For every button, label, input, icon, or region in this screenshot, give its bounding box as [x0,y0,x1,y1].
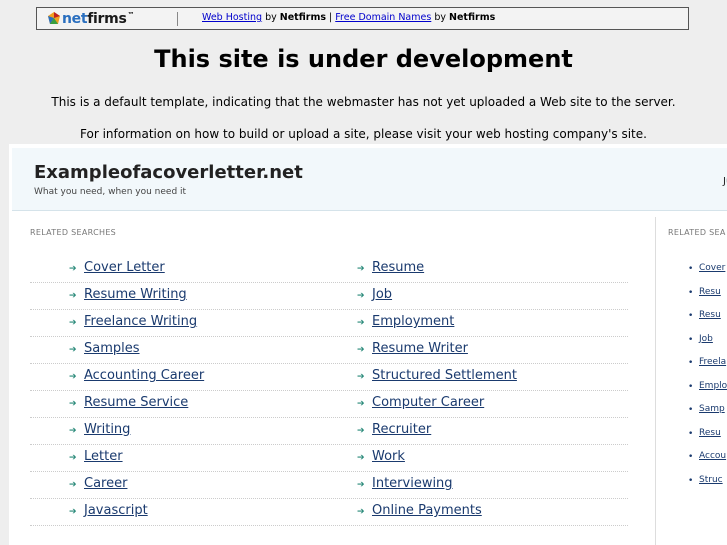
arrow-icon: ➔ [69,426,77,436]
related-search-link-right[interactable]: Samp [699,404,725,414]
arrow-icon: ➔ [69,264,77,274]
arrow-icon: ➔ [357,426,365,436]
bullet-icon: • [688,452,694,462]
free-domain-names-link[interactable]: Free Domain Names [335,12,431,23]
bullet-icon: • [688,381,694,392]
arrow-icon: ➔ [69,453,77,463]
netfirms-brand: Netfirms [449,12,496,23]
arrow-icon: ➔ [357,291,365,301]
related-search-link[interactable]: Computer Career [372,395,484,410]
header-right-text: Ju [723,176,727,187]
bullet-icon: • [688,428,694,439]
bullet-icon: • [688,475,694,486]
arrow-icon: ➔ [69,399,77,409]
related-search-link[interactable]: Accounting Career [84,368,204,383]
related-search-link-right[interactable]: Job [699,334,713,344]
arrow-icon: ➔ [69,291,77,301]
bullet-icon: • [688,287,694,298]
bullet-icon: • [688,334,694,345]
arrow-icon: ➔ [357,345,365,355]
column-divider [655,217,656,545]
arrow-icon: ➔ [357,264,365,274]
bullet-icon: • [688,264,694,274]
default-template-message: This is a default template, indicating t… [51,95,676,109]
related-search-link[interactable]: Recruiter [372,422,431,437]
arrow-icon: ➔ [69,345,77,355]
related-search-link[interactable]: Online Payments [372,503,482,518]
bullet-icon: • [688,405,694,415]
arrow-icon: ➔ [69,480,77,490]
related-search-link[interactable]: Interviewing [372,476,453,491]
related-search-link[interactable]: Resume [372,260,424,275]
page-title: This site is under development [154,45,573,73]
arrow-icon: ➔ [69,372,77,382]
by-text: by [265,12,277,23]
arrow-icon: ➔ [357,399,365,409]
arrow-icon: ➔ [357,507,365,517]
logo-firms-text: firms [87,11,127,27]
related-search-link[interactable]: Writing [84,422,130,437]
related-search-link[interactable]: Structured Settlement [372,368,517,383]
related-search-link[interactable]: Cover Letter [84,260,165,275]
related-search-link[interactable]: Work [372,449,405,464]
related-search-link[interactable]: Javascript [84,503,148,518]
related-search-link-right[interactable]: Cover [699,263,725,273]
related-search-link-right[interactable]: Emplo [699,381,727,391]
domain-tagline: What you need, when you need it [34,187,187,197]
parked-header: Exampleofacoverletter.net What you need,… [12,148,727,211]
related-search-link-right[interactable]: Resu [699,428,721,438]
related-search-link[interactable]: Freelance Writing [84,314,197,329]
arrow-icon: ➔ [357,480,365,490]
netfirms-logo[interactable]: netfirms™ [47,11,134,27]
arrow-icon: ➔ [357,453,365,463]
related-searches-heading-right: RELATED SEA [668,228,726,237]
bullet-icon: • [688,311,694,321]
domain-title[interactable]: Exampleofacoverletter.net [34,162,303,183]
arrow-icon: ➔ [69,507,77,517]
link-divider: | [329,12,333,23]
related-search-link-right[interactable]: Resu [699,310,721,320]
banner-links: Web Hosting by Netfirms | Free Domain Na… [202,12,495,23]
by-text: by [434,12,446,23]
arrow-icon: ➔ [357,318,365,328]
arrow-icon: ➔ [69,318,77,328]
related-search-link[interactable]: Samples [84,341,140,356]
hosting-info-message: For information on how to build or uploa… [80,127,647,141]
related-searches-heading: RELATED SEARCHES [30,228,117,237]
netfirms-banner: netfirms™ Web Hosting by Netfirms | Free… [36,7,689,30]
banner-separator [177,12,178,26]
web-hosting-link[interactable]: Web Hosting [202,12,262,23]
related-search-link[interactable]: Resume Writer [372,341,468,356]
netfirms-gem-icon [48,12,60,24]
parked-domain-frame: Exampleofacoverletter.net What you need,… [9,144,727,545]
related-search-link-right[interactable]: Resu [699,287,721,297]
related-search-link[interactable]: Job [372,287,392,302]
related-search-link-right[interactable]: Struc [699,475,723,485]
bullet-icon: • [688,358,694,368]
related-search-link[interactable]: Resume Writing [84,287,187,302]
related-search-link-right[interactable]: Accou [699,451,726,461]
related-search-link[interactable]: Letter [84,449,123,464]
related-search-link[interactable]: Resume Service [84,395,188,410]
related-search-link[interactable]: Employment [372,314,454,329]
logo-tm: ™ [127,11,135,19]
related-search-link-right[interactable]: Freela [699,357,726,367]
related-search-link[interactable]: Career [84,476,127,491]
netfirms-brand: Netfirms [279,12,326,23]
arrow-icon: ➔ [357,372,365,382]
logo-net-text: net [62,11,88,27]
